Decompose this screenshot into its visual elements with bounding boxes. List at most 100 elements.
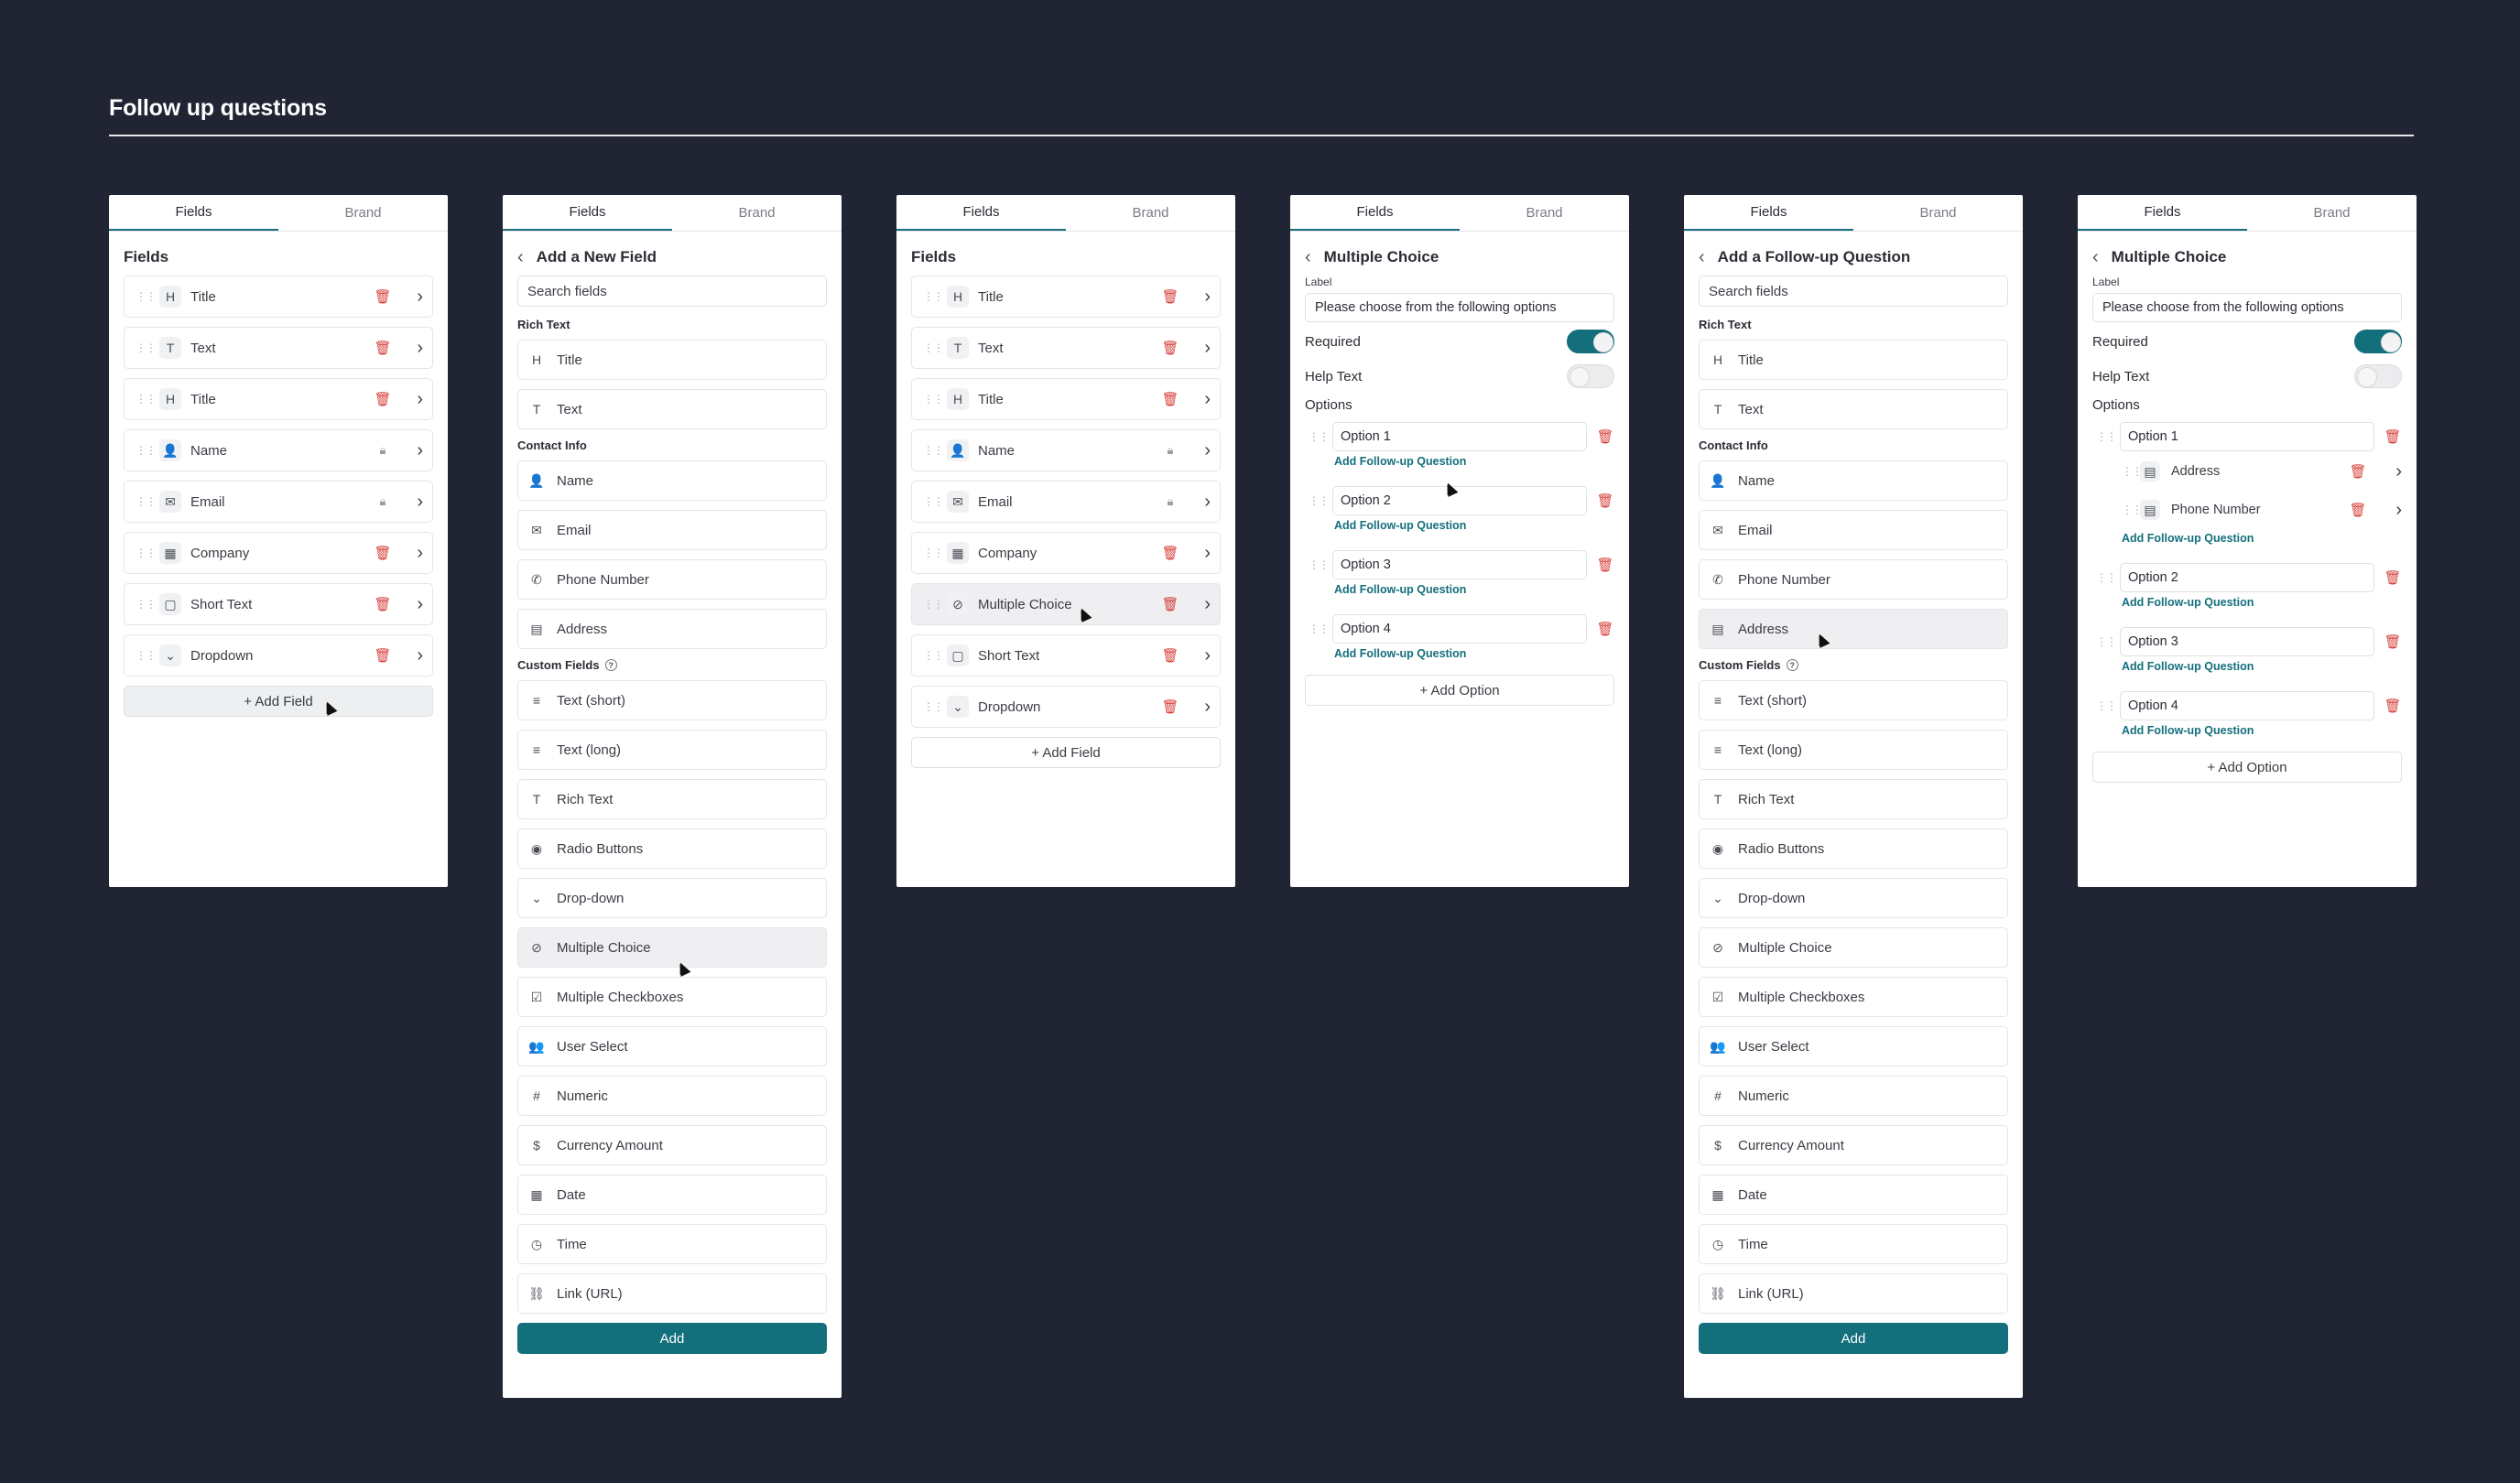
field-type-currency-amount[interactable]: $ Currency Amount: [517, 1125, 827, 1165]
field-row-name[interactable]: ⋮⋮ 👤 Name 🔒︎ ›: [124, 429, 433, 471]
add-follow-up-link[interactable]: Add Follow-up Question: [2122, 532, 2402, 545]
back-chevron-icon[interactable]: ‹: [2092, 248, 2099, 266]
search-input[interactable]: Search fields: [1699, 276, 2008, 307]
field-row-dropdown[interactable]: ⋮⋮ ⌄ Dropdown 🗑︎ ›: [124, 634, 433, 677]
field-type-text-long[interactable]: ≡ Text (long): [1699, 730, 2008, 770]
field-type-numeric[interactable]: # Numeric: [517, 1076, 827, 1116]
required-toggle[interactable]: [2354, 330, 2402, 353]
back-chevron-icon[interactable]: ‹: [517, 248, 524, 266]
trash-icon[interactable]: 🗑︎: [374, 545, 392, 561]
tab-brand[interactable]: Brand: [1066, 195, 1235, 231]
field-type-email[interactable]: ✉ Email: [517, 510, 827, 550]
field-type-text-short[interactable]: ≡ Text (short): [1699, 680, 2008, 720]
chevron-right-icon[interactable]: ›: [405, 646, 423, 665]
label-input[interactable]: Please choose from the following options: [2092, 293, 2402, 322]
drag-handle-icon[interactable]: ⋮⋮: [2092, 571, 2120, 584]
trash-icon[interactable]: 🗑︎: [374, 288, 392, 305]
trash-icon[interactable]: 🗑︎: [1161, 545, 1179, 561]
tab-brand[interactable]: Brand: [1853, 195, 2023, 231]
tab-fields[interactable]: Fields: [2078, 195, 2247, 231]
add-follow-up-link[interactable]: Add Follow-up Question: [2122, 724, 2402, 737]
field-row-email[interactable]: ⋮⋮ ✉ Email 🔒︎ ›: [124, 481, 433, 523]
trash-icon[interactable]: 🗑︎: [1596, 621, 1614, 637]
field-type-multiple-choice[interactable]: ⊘ Multiple Choice: [1699, 927, 2008, 968]
field-type-rich-text[interactable]: T Rich Text: [1699, 779, 2008, 819]
follow-up-row-address[interactable]: ⋮⋮ ▤ Address 🗑︎ ›: [2122, 455, 2402, 488]
field-row-email[interactable]: ⋮⋮ ✉ Email 🔒︎ ›: [911, 481, 1221, 523]
field-row-company[interactable]: ⋮⋮ ▦ Company 🗑︎ ›: [124, 532, 433, 574]
add-field-button[interactable]: + Add Field: [911, 737, 1221, 768]
field-type-time[interactable]: ◷ Time: [1699, 1224, 2008, 1264]
field-row-title[interactable]: ⋮⋮ H Title 🗑︎ ›: [911, 276, 1221, 318]
trash-icon[interactable]: 🗑︎: [1596, 493, 1614, 509]
trash-icon[interactable]: 🗑︎: [2384, 428, 2402, 445]
chevron-right-icon[interactable]: ›: [1192, 646, 1211, 665]
drag-handle-icon[interactable]: ⋮⋮: [136, 649, 157, 662]
tab-fields[interactable]: Fields: [503, 195, 672, 231]
label-input[interactable]: Please choose from the following options: [1305, 293, 1614, 322]
add-button[interactable]: Add: [517, 1323, 827, 1354]
field-type-link-url[interactable]: ⛓ Link (URL): [1699, 1273, 2008, 1314]
field-type-user-select[interactable]: 👥 User Select: [517, 1026, 827, 1066]
drag-handle-icon[interactable]: ⋮⋮: [2092, 635, 2120, 648]
field-type-link-url[interactable]: ⛓ Link (URL): [517, 1273, 827, 1314]
trash-icon[interactable]: 🗑︎: [1161, 647, 1179, 664]
field-type-multiple-checkboxes[interactable]: ☑ Multiple Checkboxes: [517, 977, 827, 1017]
chevron-right-icon[interactable]: ›: [1192, 595, 1211, 613]
add-button[interactable]: Add: [1699, 1323, 2008, 1354]
trash-icon[interactable]: 🗑︎: [2384, 698, 2402, 714]
add-option-button[interactable]: + Add Option: [2092, 752, 2402, 783]
add-follow-up-link[interactable]: Add Follow-up Question: [1334, 519, 1614, 532]
search-input[interactable]: Search fields: [517, 276, 827, 307]
field-type-text[interactable]: T Text: [517, 389, 827, 429]
field-type-time[interactable]: ◷ Time: [517, 1224, 827, 1264]
field-type-title[interactable]: H Title: [517, 340, 827, 380]
trash-icon[interactable]: 🗑︎: [374, 391, 392, 407]
field-type-address[interactable]: ▤ Address: [1699, 609, 2008, 649]
chevron-right-icon[interactable]: ›: [405, 441, 423, 460]
chevron-right-icon[interactable]: ›: [1192, 339, 1211, 357]
field-type-name[interactable]: 👤 Name: [1699, 460, 2008, 501]
drag-handle-icon[interactable]: ⋮⋮: [136, 290, 157, 303]
tab-fields[interactable]: Fields: [1684, 195, 1853, 231]
drag-handle-icon[interactable]: ⋮⋮: [923, 649, 944, 662]
chevron-right-icon[interactable]: ›: [1192, 287, 1211, 306]
chevron-right-icon[interactable]: ›: [2384, 462, 2402, 481]
field-type-multiple-checkboxes[interactable]: ☑ Multiple Checkboxes: [1699, 977, 2008, 1017]
back-chevron-icon[interactable]: ‹: [1305, 248, 1311, 266]
field-type-multiple-choice[interactable]: ⊘ Multiple Choice: [517, 927, 827, 968]
drag-handle-icon[interactable]: ⋮⋮: [923, 444, 944, 457]
field-type-radio-buttons[interactable]: ◉ Radio Buttons: [1699, 828, 2008, 869]
field-type-title[interactable]: H Title: [1699, 340, 2008, 380]
drag-handle-icon[interactable]: ⋮⋮: [2092, 430, 2120, 443]
option-input[interactable]: Option 2: [1332, 486, 1587, 515]
chevron-right-icon[interactable]: ›: [405, 493, 423, 511]
trash-icon[interactable]: 🗑︎: [2384, 633, 2402, 650]
drag-handle-icon[interactable]: ⋮⋮: [2122, 465, 2143, 478]
chevron-right-icon[interactable]: ›: [405, 544, 423, 562]
chevron-right-icon[interactable]: ›: [1192, 698, 1211, 716]
trash-icon[interactable]: 🗑︎: [1161, 698, 1179, 715]
option-input[interactable]: Option 4: [2120, 691, 2374, 720]
drag-handle-icon[interactable]: ⋮⋮: [2092, 699, 2120, 712]
chevron-right-icon[interactable]: ›: [1192, 493, 1211, 511]
tab-brand[interactable]: Brand: [2247, 195, 2417, 231]
field-type-address[interactable]: ▤ Address: [517, 609, 827, 649]
drag-handle-icon[interactable]: ⋮⋮: [136, 598, 157, 611]
chevron-right-icon[interactable]: ›: [405, 339, 423, 357]
add-follow-up-link[interactable]: Add Follow-up Question: [2122, 660, 2402, 673]
field-type-phone-number[interactable]: ✆ Phone Number: [517, 559, 827, 600]
field-type-text[interactable]: T Text: [1699, 389, 2008, 429]
drag-handle-icon[interactable]: ⋮⋮: [923, 495, 944, 508]
drag-handle-icon[interactable]: ⋮⋮: [923, 598, 944, 611]
tab-brand[interactable]: Brand: [672, 195, 842, 231]
tab-fields[interactable]: Fields: [896, 195, 1066, 231]
field-type-phone-number[interactable]: ✆ Phone Number: [1699, 559, 2008, 600]
add-follow-up-link[interactable]: Add Follow-up Question: [2122, 596, 2402, 609]
drag-handle-icon[interactable]: ⋮⋮: [923, 290, 944, 303]
field-type-text-long[interactable]: ≡ Text (long): [517, 730, 827, 770]
field-row-company[interactable]: ⋮⋮ ▦ Company 🗑︎ ›: [911, 532, 1221, 574]
field-row-title[interactable]: ⋮⋮ H Title 🗑︎ ›: [124, 276, 433, 318]
trash-icon[interactable]: 🗑︎: [1161, 288, 1179, 305]
tab-brand[interactable]: Brand: [1460, 195, 1629, 231]
